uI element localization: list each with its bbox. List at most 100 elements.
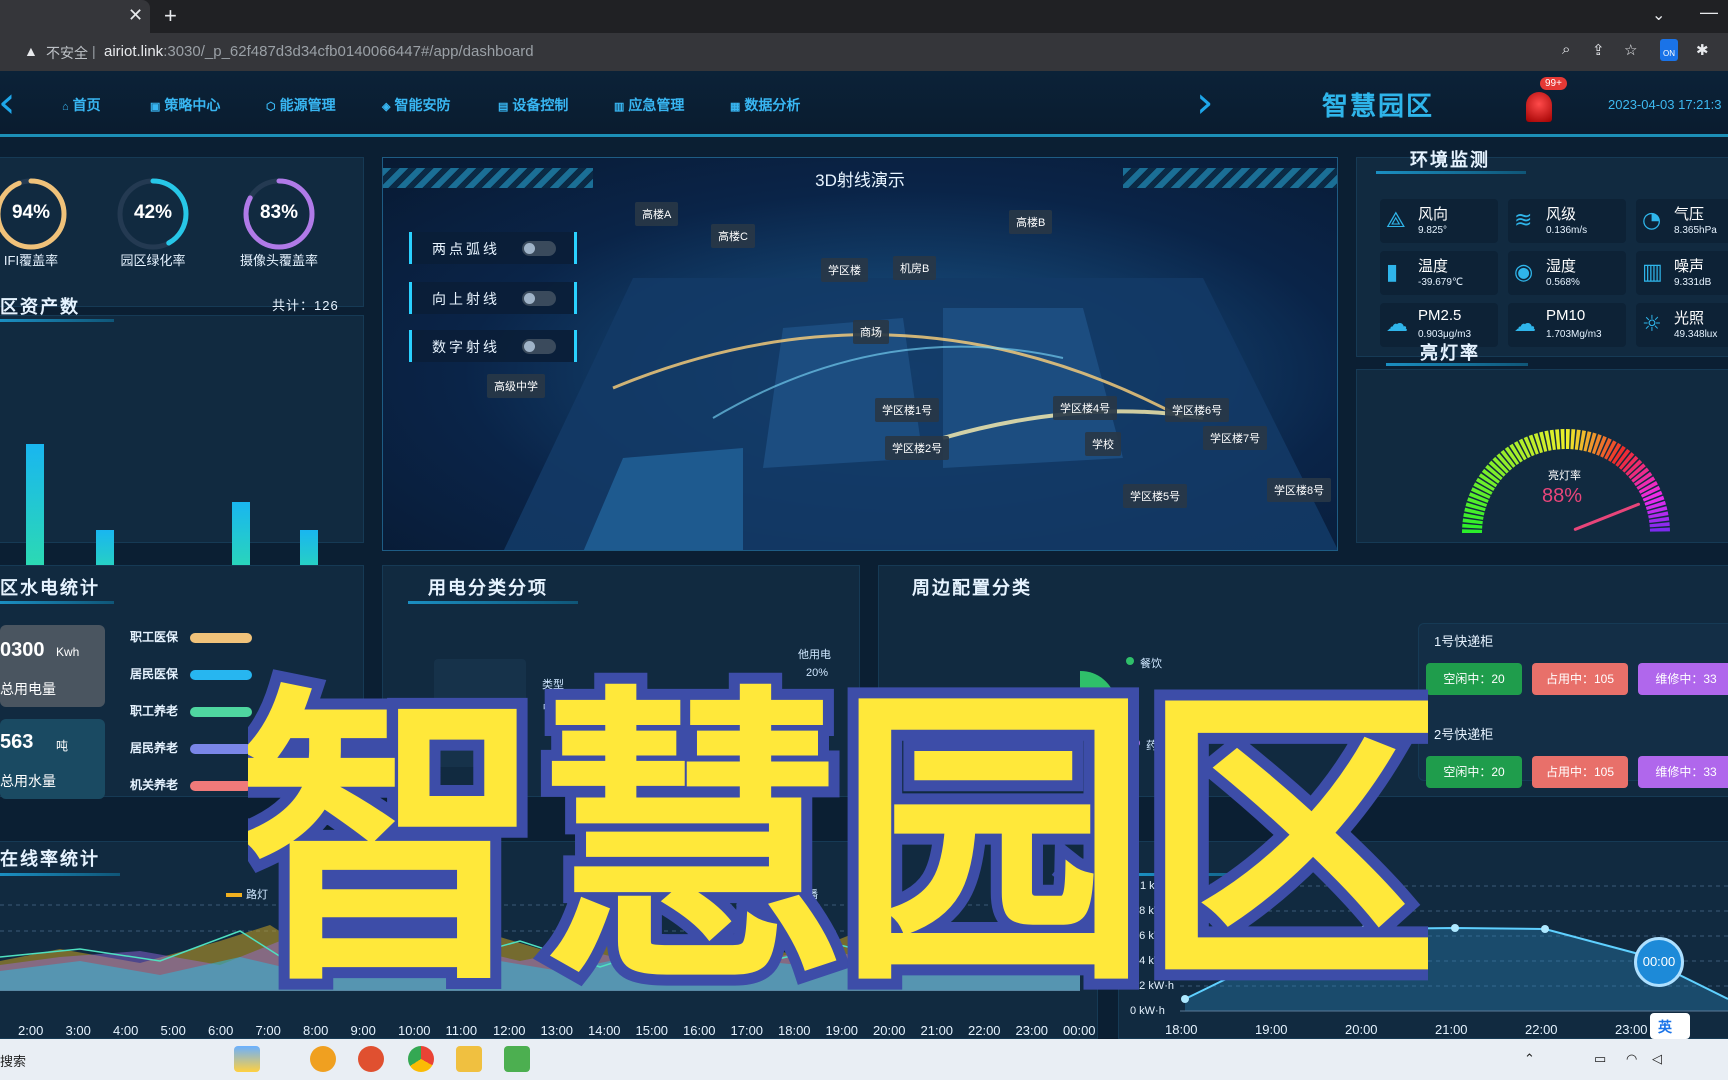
3d-scene-viewport[interactable]: 3D射线演示 两点弧线 向上射线 数字射线 高楼A 高楼C 高楼B 学区楼 机房…: [382, 157, 1338, 551]
building-label[interactable]: 学区楼: [821, 258, 868, 282]
nav-item-device[interactable]: ▤ 设备控制: [498, 95, 568, 115]
noise-icon: ▥: [1642, 260, 1663, 285]
building-label[interactable]: 学区楼4号: [1053, 396, 1118, 420]
coverage-panel: 94% IFI覆盖率 42% 园区绿化率 83% 摄像头覆盖率: [0, 157, 364, 307]
online-x-label: 2:00: [18, 1023, 44, 1038]
water-label: 总用水量: [0, 773, 56, 789]
nav-item-security[interactable]: ◈ 智能安防: [382, 95, 450, 115]
toggle-switch[interactable]: [522, 241, 556, 256]
locker-busy-button[interactable]: 占用中：105: [1532, 663, 1628, 695]
thermometer-icon: ▮: [1386, 260, 1399, 285]
tray-expand-icon[interactable]: ⌃: [1524, 1051, 1535, 1067]
warning-icon[interactable]: ▲: [24, 43, 38, 59]
building-label[interactable]: 机房B: [893, 256, 937, 280]
energy-x-label: 23:00: [1615, 1022, 1648, 1037]
search-app-icon[interactable]: [310, 1046, 336, 1072]
building-label[interactable]: 高楼B: [1009, 210, 1053, 234]
taskbar-search[interactable]: 搜索: [0, 1051, 26, 1070]
building-label[interactable]: 学区楼7号: [1203, 426, 1268, 450]
online-x-label: 16:00: [683, 1023, 716, 1038]
building-label[interactable]: 商场: [853, 320, 889, 344]
extensions-puzzle-icon[interactable]: ✱: [1696, 41, 1709, 59]
nav-label: 数据分析: [744, 97, 801, 113]
env-value: 1.703Mg/m3: [1546, 329, 1602, 340]
folder-icon[interactable]: [456, 1046, 482, 1072]
locker-free-button[interactable]: 空闲中：20: [1426, 756, 1522, 788]
alarm-siren-icon[interactable]: [1526, 92, 1552, 122]
wifi-coverage-gauge: 94%: [0, 176, 69, 252]
gauge-segment: [1560, 429, 1565, 450]
gauge-segment: [1570, 429, 1576, 450]
env-name: PM2.5: [1418, 307, 1462, 324]
locker-repair-button[interactable]: 维修中：33: [1638, 756, 1728, 788]
building-label[interactable]: 学区楼8号: [1267, 478, 1332, 502]
chrome-icon[interactable]: [408, 1046, 434, 1072]
chart-icon: ▦: [730, 101, 741, 113]
share-icon[interactable]: ⇪: [1592, 41, 1605, 59]
building-label[interactable]: 高级中学: [487, 374, 545, 398]
insecure-label[interactable]: 不安全: [46, 43, 88, 63]
bookmark-star-icon[interactable]: ☆: [1624, 41, 1637, 59]
time-bubble[interactable]: 00:00: [1634, 937, 1684, 987]
extension-on-icon[interactable]: ON: [1660, 39, 1678, 61]
url-field[interactable]: airiot.link:3030/_p_62f487d3d34cfb014006…: [104, 43, 534, 60]
new-tab-icon[interactable]: +: [164, 3, 177, 29]
tab-search-chevron-icon[interactable]: ⌄: [1652, 5, 1665, 25]
building-label[interactable]: 学区楼6号: [1165, 398, 1230, 422]
minimize-window-icon[interactable]: —: [1700, 2, 1718, 23]
online-x-label: 23:00: [1015, 1023, 1049, 1038]
zoom-icon[interactable]: ⌕: [1562, 41, 1570, 58]
env-value: 49.348lux: [1674, 329, 1718, 340]
battery-icon: ▭: [1594, 1051, 1607, 1066]
ime-indicator[interactable]: 英: [1650, 1013, 1690, 1039]
env-card: ☁ PM10 1.703Mg/m3: [1508, 303, 1626, 347]
env-card: ⟁ 风向 9.825°: [1380, 199, 1498, 243]
building-label[interactable]: 高楼A: [635, 202, 679, 226]
toggle-switch[interactable]: [522, 291, 556, 306]
url-host: airiot.link: [104, 43, 164, 60]
locker-repair-button[interactable]: 维修中：33: [1638, 663, 1728, 695]
title-underline: [0, 319, 114, 322]
building-label[interactable]: 学区楼1号: [875, 398, 940, 422]
building-label[interactable]: 学区楼2号: [885, 436, 950, 460]
env-value: -39.679℃: [1418, 277, 1464, 288]
building-label[interactable]: 学区楼5号: [1123, 484, 1188, 508]
gauge-segment: [1462, 523, 1483, 529]
power-class-title: 用电分类分项: [428, 578, 548, 598]
toggle-two-point-arc[interactable]: 两点弧线: [409, 232, 577, 264]
energy-x-label: 20:00: [1345, 1022, 1378, 1037]
toggle-digital-ray[interactable]: 数字射线: [409, 330, 577, 362]
notes-app-icon[interactable]: [504, 1046, 530, 1072]
toggle-switch[interactable]: [522, 339, 556, 354]
nav-item-energy[interactable]: ⬡ 能源管理: [266, 95, 336, 115]
locker-free-button[interactable]: 空闲中：20: [1426, 663, 1522, 695]
building-label[interactable]: 学校: [1085, 432, 1121, 456]
gauge-segment: [1566, 429, 1570, 450]
light-icon: ☼: [1642, 312, 1662, 337]
utility-legend-bar: [190, 744, 252, 754]
browser-app-icon[interactable]: [358, 1046, 384, 1072]
title-underline: [1386, 363, 1528, 366]
building-label[interactable]: 高楼C: [711, 224, 755, 248]
locker-busy-button[interactable]: 占用中：105: [1532, 756, 1628, 788]
water-stat-card: 563 吨 总用水量: [0, 719, 105, 799]
env-card: ◉ 湿度 0.568%: [1508, 251, 1626, 295]
online-x-label: 9:00: [350, 1023, 376, 1038]
volume-icon: ◁: [1652, 1051, 1662, 1066]
nav-item-analysis[interactable]: ▦ 数据分析: [730, 95, 800, 115]
light-rate-title: 亮灯率: [1420, 343, 1480, 363]
nav-item-emergency[interactable]: ▥ 应急管理: [614, 95, 684, 115]
nav-label: 智能安防: [394, 97, 451, 113]
weather-widget-icon[interactable]: [234, 1046, 260, 1072]
overlay-title-text: 智慧园区: [248, 668, 1428, 1009]
nav-next-icon[interactable]: ›: [1196, 77, 1214, 128]
nav-item-strategy[interactable]: ▣ 策略中心: [150, 95, 220, 115]
legend-swatch: [226, 893, 242, 897]
nav-item-home[interactable]: ⌂ 首页: [62, 95, 101, 115]
toggle-up-ray[interactable]: 向上射线: [409, 282, 577, 314]
close-tab-icon[interactable]: ✕: [128, 5, 143, 26]
nav-prev-icon[interactable]: ‹: [0, 77, 16, 128]
locker-label: 2号快递柜: [1434, 727, 1494, 742]
wind-level-icon: ≋: [1514, 208, 1533, 233]
energy-x-label: 22:00: [1525, 1022, 1558, 1037]
